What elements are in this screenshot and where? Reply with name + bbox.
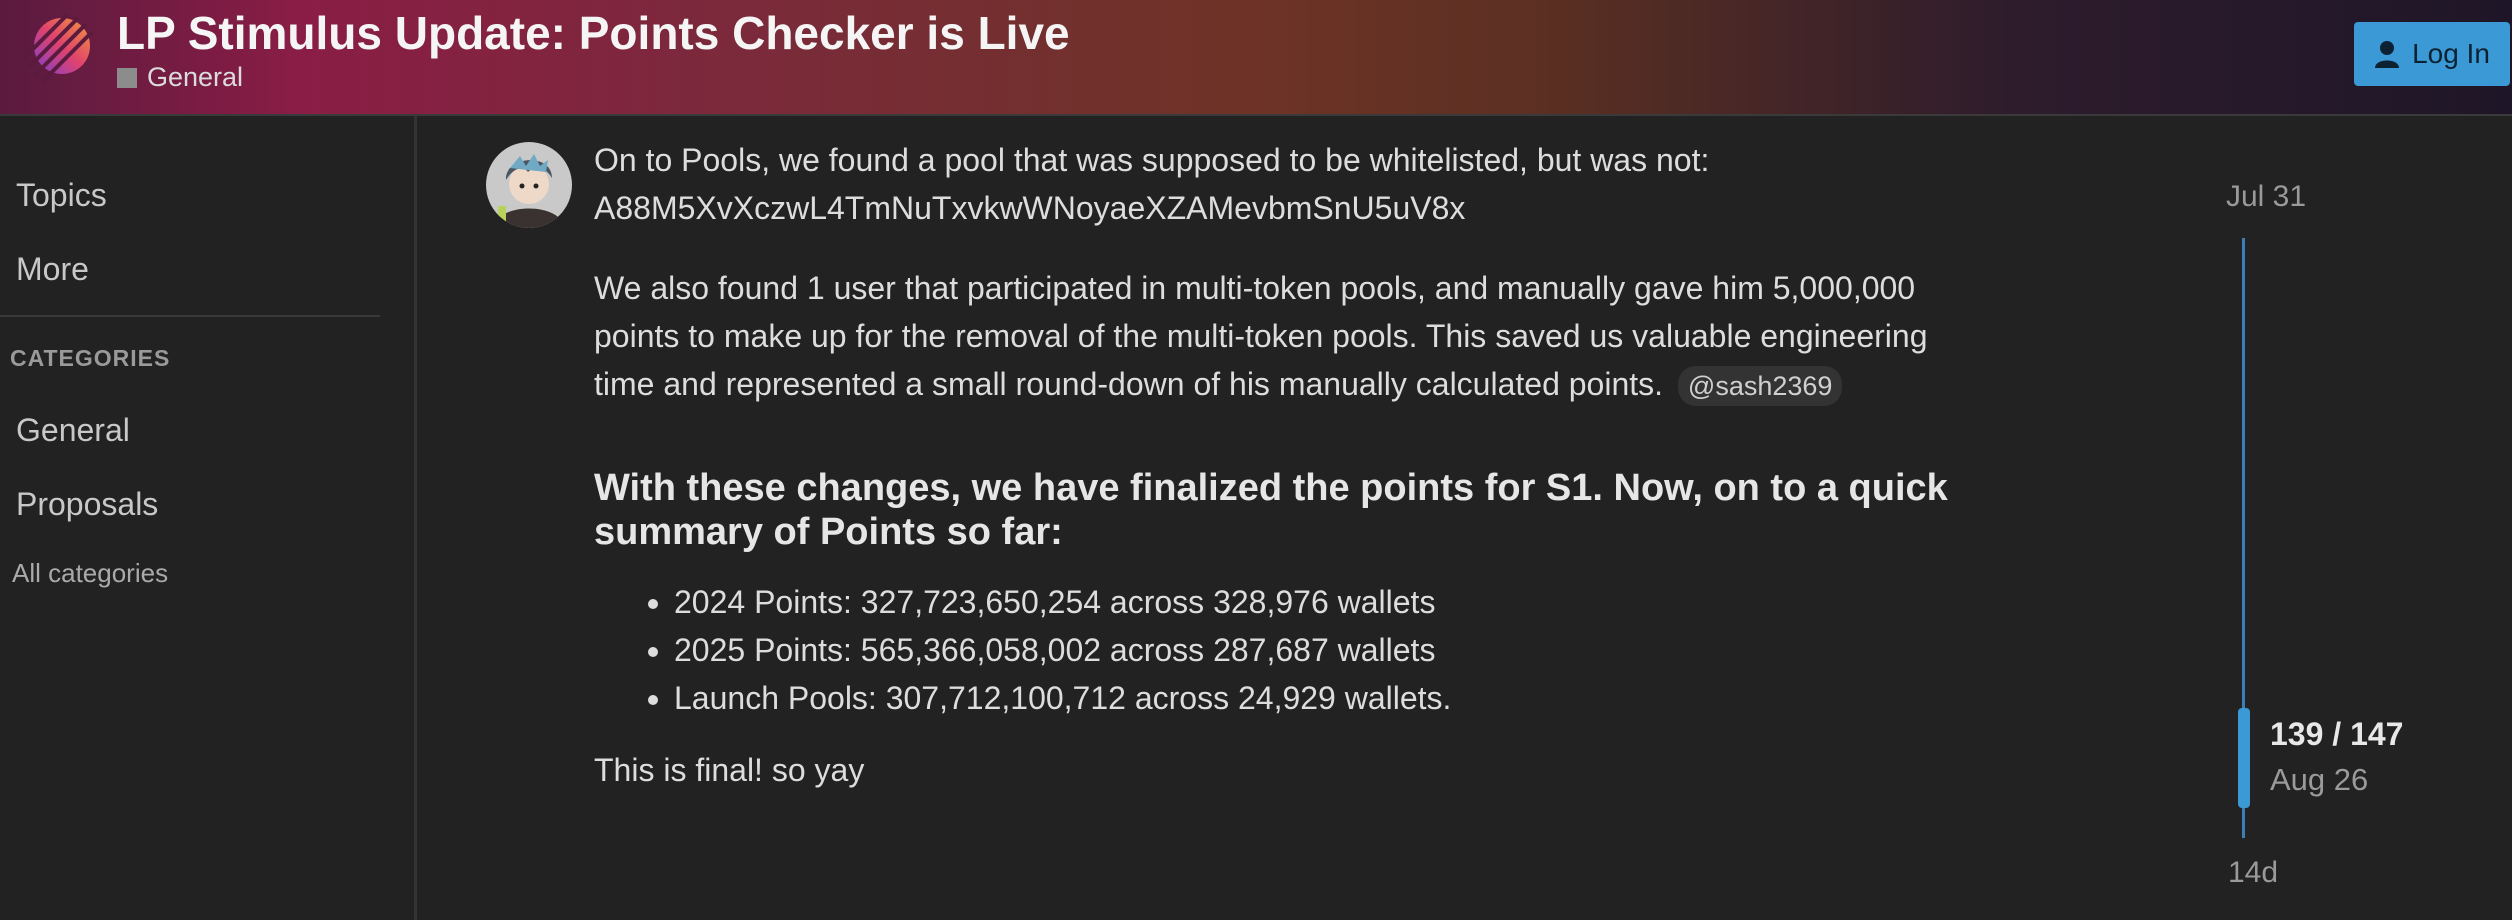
site-logo[interactable] [24, 14, 94, 84]
topic-category-badge[interactable]: General [117, 62, 243, 93]
categories-heading[interactable]: CATEGORIES [10, 345, 170, 372]
timeline-current-date: Aug 26 [2270, 762, 2369, 797]
para1-line1: On to Pools, we found a pool that was su… [594, 142, 1710, 178]
timeline-start-date[interactable]: Jul 31 [2226, 180, 2306, 214]
points-summary-list: 2024 Points: 327,723,650,254 across 328,… [594, 578, 1974, 722]
list-item: Launch Pools: 307,712,100,712 across 24,… [674, 674, 1974, 722]
topic-category-label: General [147, 62, 244, 92]
summary-heading: With these changes, we have finalized th… [594, 467, 1948, 553]
sidebar-item-all-categories[interactable]: All categories [12, 558, 168, 589]
sidebar-divider [0, 315, 380, 317]
sidebar-item-proposals[interactable]: Proposals [16, 486, 158, 523]
post-closing: This is final! so yay [594, 752, 865, 788]
sidebar: Topics More CATEGORIES General Proposals… [0, 116, 417, 920]
sidebar-item-general[interactable]: General [16, 412, 130, 449]
list-item: 2024 Points: 327,723,650,254 across 328,… [674, 578, 1974, 626]
category-color-square [117, 67, 137, 88]
timeline-end-label[interactable]: 14d [2228, 856, 2278, 890]
login-label: Log In [2412, 38, 2490, 69]
avatar-image [486, 142, 572, 228]
post-author-avatar[interactable] [486, 142, 572, 228]
post-paragraph-2: We also found 1 user that participated i… [594, 264, 1974, 408]
list-item: 2025 Points: 565,366,058,002 across 287,… [674, 626, 1974, 674]
user-mention[interactable]: @sash2369 [1677, 366, 1843, 406]
timeline-post-position: 139 / 147 [2270, 716, 2404, 752]
login-button[interactable]: Log In [2354, 22, 2510, 86]
user-icon [2375, 41, 2400, 68]
sidebar-item-more[interactable]: More [16, 251, 89, 288]
topic-header: LP Stimulus Update: Points Checker is Li… [0, 0, 2512, 116]
sidebar-item-topics[interactable]: Topics [16, 177, 107, 214]
topic-title[interactable]: LP Stimulus Update: Points Checker is Li… [117, 6, 1070, 60]
post-body: On to Pools, we found a pool that was su… [594, 136, 1974, 794]
post-paragraph-1: On to Pools, we found a pool that was su… [594, 136, 1974, 232]
pool-address: A88M5XvXczwL4TmNuTxvkwWNoyaeXZAMevbmSnU5… [594, 190, 1466, 226]
timeline-scroll-handle[interactable] [2238, 708, 2250, 808]
